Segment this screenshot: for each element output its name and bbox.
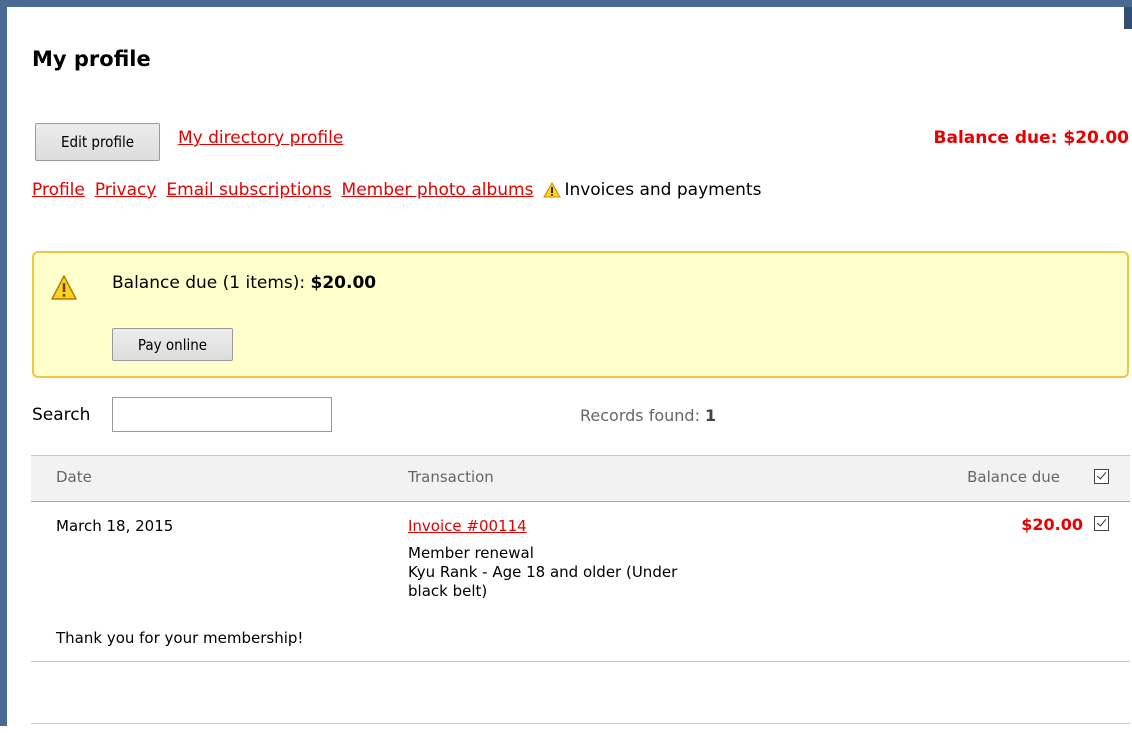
- tab-email-subscriptions[interactable]: Email subscriptions: [166, 180, 331, 200]
- row-balance-amount: $20.00: [1021, 515, 1083, 534]
- tab-invoices-label: Invoices and payments: [564, 180, 762, 200]
- table-header: Date Transaction Balance due: [31, 455, 1130, 502]
- balance-alert-prefix: Balance due (1 items):: [112, 273, 306, 293]
- tab-invoices-and-payments[interactable]: Invoices and payments: [543, 180, 761, 200]
- invoice-link[interactable]: Invoice #00114: [408, 517, 527, 535]
- main-content: My profile Edit profile My directory pro…: [31, 7, 1130, 733]
- column-header-date: Date: [56, 468, 92, 486]
- row-divider: [31, 661, 1130, 662]
- my-directory-profile-link[interactable]: My directory profile: [178, 128, 343, 148]
- records-found-label: Records found:: [580, 406, 700, 425]
- row-description: Member renewal Kyu Rank - Age 18 and old…: [408, 544, 738, 601]
- balance-alert-amount: $20.00: [310, 273, 377, 293]
- page-frame: My profile Edit profile My directory pro…: [0, 0, 1132, 726]
- pay-online-button[interactable]: Pay online: [112, 328, 233, 361]
- row-date: March 18, 2015: [56, 517, 174, 535]
- table-bottom-divider: [31, 723, 1130, 724]
- row-select-checkbox[interactable]: [1094, 516, 1109, 531]
- balance-alert-text: Balance due (1 items): $20.00: [112, 273, 376, 293]
- row-description-line: Kyu Rank - Age 18 and older (Under: [408, 563, 678, 581]
- column-header-transaction: Transaction: [408, 468, 494, 486]
- profile-tabs: Profile Privacy Email subscriptions Memb…: [32, 180, 761, 200]
- select-all-checkbox[interactable]: [1094, 469, 1109, 484]
- warning-icon: [543, 182, 562, 198]
- search-input[interactable]: [112, 397, 332, 432]
- warning-icon: [51, 275, 77, 300]
- tab-privacy[interactable]: Privacy: [95, 180, 157, 200]
- edit-profile-button[interactable]: Edit profile: [35, 123, 160, 161]
- row-description-line: Member renewal: [408, 544, 534, 562]
- tab-profile[interactable]: Profile: [32, 180, 85, 200]
- records-found-count: 1: [705, 406, 717, 425]
- records-found: Records found: 1: [580, 406, 716, 425]
- page-title: My profile: [32, 47, 151, 71]
- column-header-balance-due: Balance due: [967, 468, 1060, 486]
- balance-due-summary: Balance due: $20.00: [933, 128, 1129, 148]
- tab-member-photo-albums[interactable]: Member photo albums: [342, 180, 534, 200]
- row-note: Thank you for your membership!: [56, 629, 304, 647]
- row-description-line: black belt): [408, 582, 488, 600]
- balance-alert-box: Balance due (1 items): $20.00 Pay online: [32, 251, 1129, 378]
- search-label: Search: [32, 405, 91, 425]
